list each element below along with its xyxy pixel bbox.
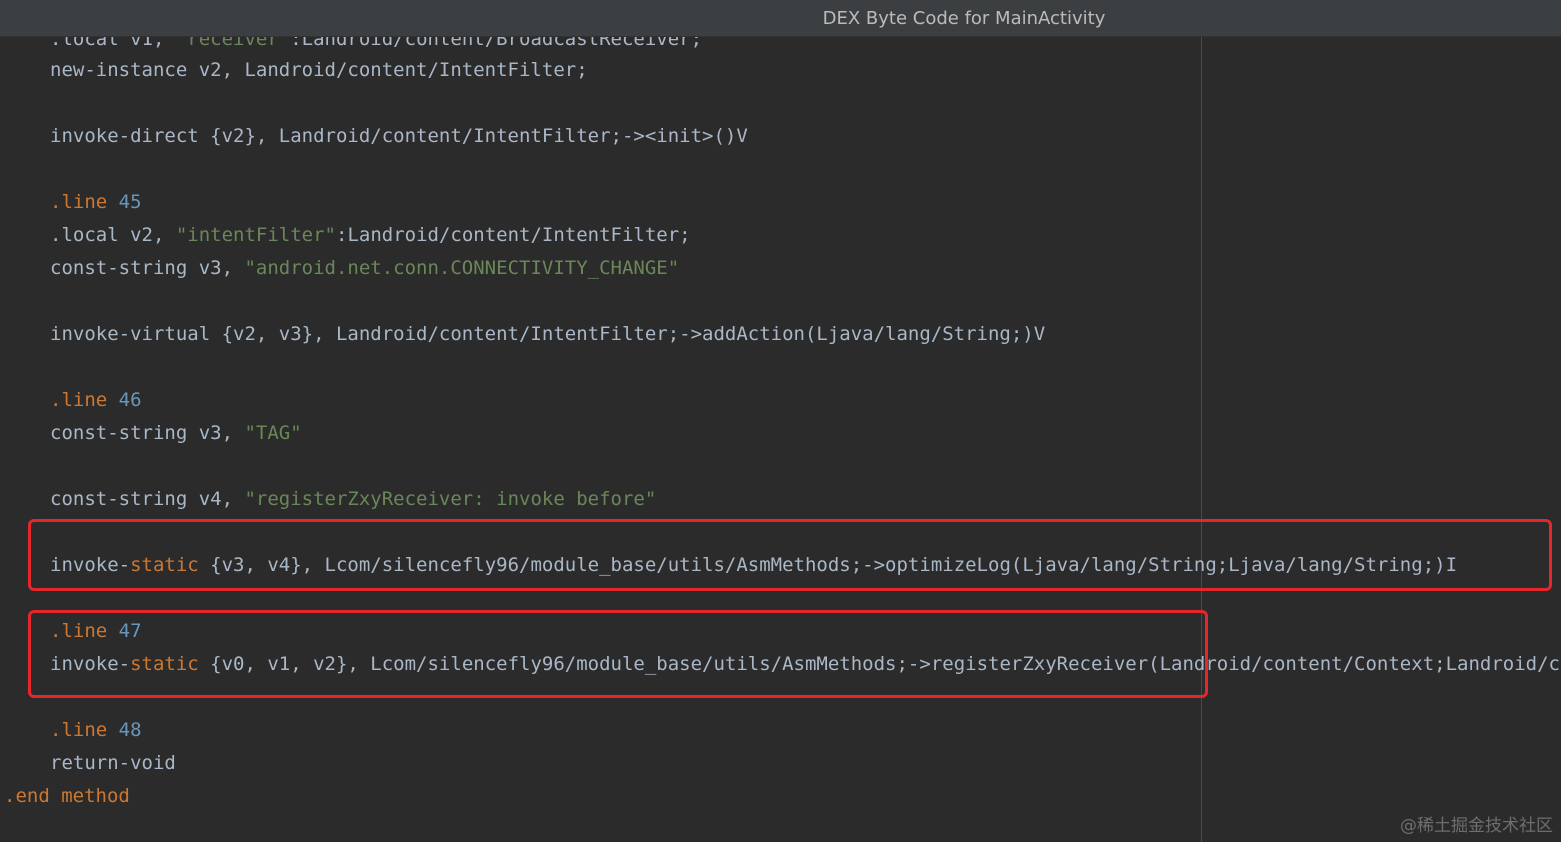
- line-directive: .line 47: [50, 615, 142, 648]
- line-number-value: 47: [118, 620, 142, 642]
- line-directive: .line 45: [50, 186, 142, 219]
- code-line: new-instance v2, Landroid/content/Intent…: [50, 54, 588, 87]
- code-text: const-string v3,: [50, 422, 245, 444]
- code-line: const-string v4, "registerZxyReceiver: i…: [50, 483, 656, 516]
- line-keyword: .line: [50, 389, 108, 411]
- line-number-value: 45: [118, 191, 142, 213]
- string-literal: "registerZxyReceiver: invoke before": [244, 488, 657, 510]
- code-text: .local v2,: [50, 224, 176, 246]
- code-text: invoke-direct {v2}, Landroid/content/Int…: [50, 125, 748, 147]
- code-text: new-instance v2, Landroid/content/Intent…: [50, 59, 588, 81]
- code-text: invoke-virtual {v2, v3}, Landroid/conten…: [50, 323, 1046, 345]
- code-text: {v3, v4}, Lcom/silencefly96/module_base/…: [198, 554, 1458, 576]
- code-line: invoke-virtual {v2, v3}, Landroid/conten…: [50, 318, 1045, 351]
- code-text: :Landroid/content/IntentFilter;: [336, 224, 691, 246]
- dex-bytecode-window: DEX Byte Code for MainActivity .local v1…: [0, 0, 1561, 842]
- string-literal: "android.net.conn.CONNECTIVITY_CHANGE": [244, 257, 680, 279]
- string-literal: "receiver": [175, 37, 291, 50]
- code-line-optimize-log: invoke-static {v3, v4}, Lcom/silencefly9…: [50, 549, 1457, 582]
- code-line: invoke-direct {v2}, Landroid/content/Int…: [50, 120, 748, 153]
- static-keyword: static: [130, 554, 199, 576]
- string-literal: "intentFilter": [175, 224, 336, 246]
- code-line: const-string v3, "android.net.conn.CONNE…: [50, 252, 679, 285]
- string-literal: "TAG": [244, 422, 302, 444]
- end-method-line: .end method: [4, 780, 130, 813]
- code-line: return-void: [50, 747, 176, 780]
- code-editor[interactable]: .local v1, "receiver":Landroid/content/B…: [0, 37, 1561, 842]
- code-text: .local v1,: [50, 37, 176, 50]
- window-title: DEX Byte Code for MainActivity: [822, 8, 1106, 29]
- title-bar: DEX Byte Code for MainActivity: [0, 0, 1561, 37]
- line-number-value: 46: [118, 389, 142, 411]
- line-directive: .line 48: [50, 714, 142, 747]
- code-text: const-string v3,: [50, 257, 245, 279]
- code-line-register-receiver: invoke-static {v0, v1, v2}, Lcom/silence…: [50, 648, 1561, 681]
- right-margin-guide: [1201, 37, 1202, 842]
- line-directive: .line 46: [50, 384, 142, 417]
- line-keyword: .line: [50, 719, 108, 741]
- code-text: invoke-: [50, 554, 131, 576]
- watermark: @稀土掘金技术社区: [1400, 816, 1553, 836]
- code-text: :Landroid/content/BroadcastReceiver;: [290, 37, 703, 50]
- static-keyword: static: [130, 653, 199, 675]
- line-keyword: .line: [50, 620, 108, 642]
- code-text: invoke-: [50, 653, 131, 675]
- code-line: const-string v3, "TAG": [50, 417, 302, 450]
- code-line: .local v2, "intentFilter":Landroid/conte…: [50, 219, 691, 252]
- code-text: return-void: [50, 752, 176, 774]
- end-method-keyword: .end method: [4, 785, 130, 807]
- line-number-value: 48: [118, 719, 142, 741]
- code-text: {v0, v1, v2}, Lcom/silencefly96/module_b…: [210, 653, 1561, 675]
- code-text: const-string v4,: [50, 488, 245, 510]
- line-keyword: .line: [50, 191, 108, 213]
